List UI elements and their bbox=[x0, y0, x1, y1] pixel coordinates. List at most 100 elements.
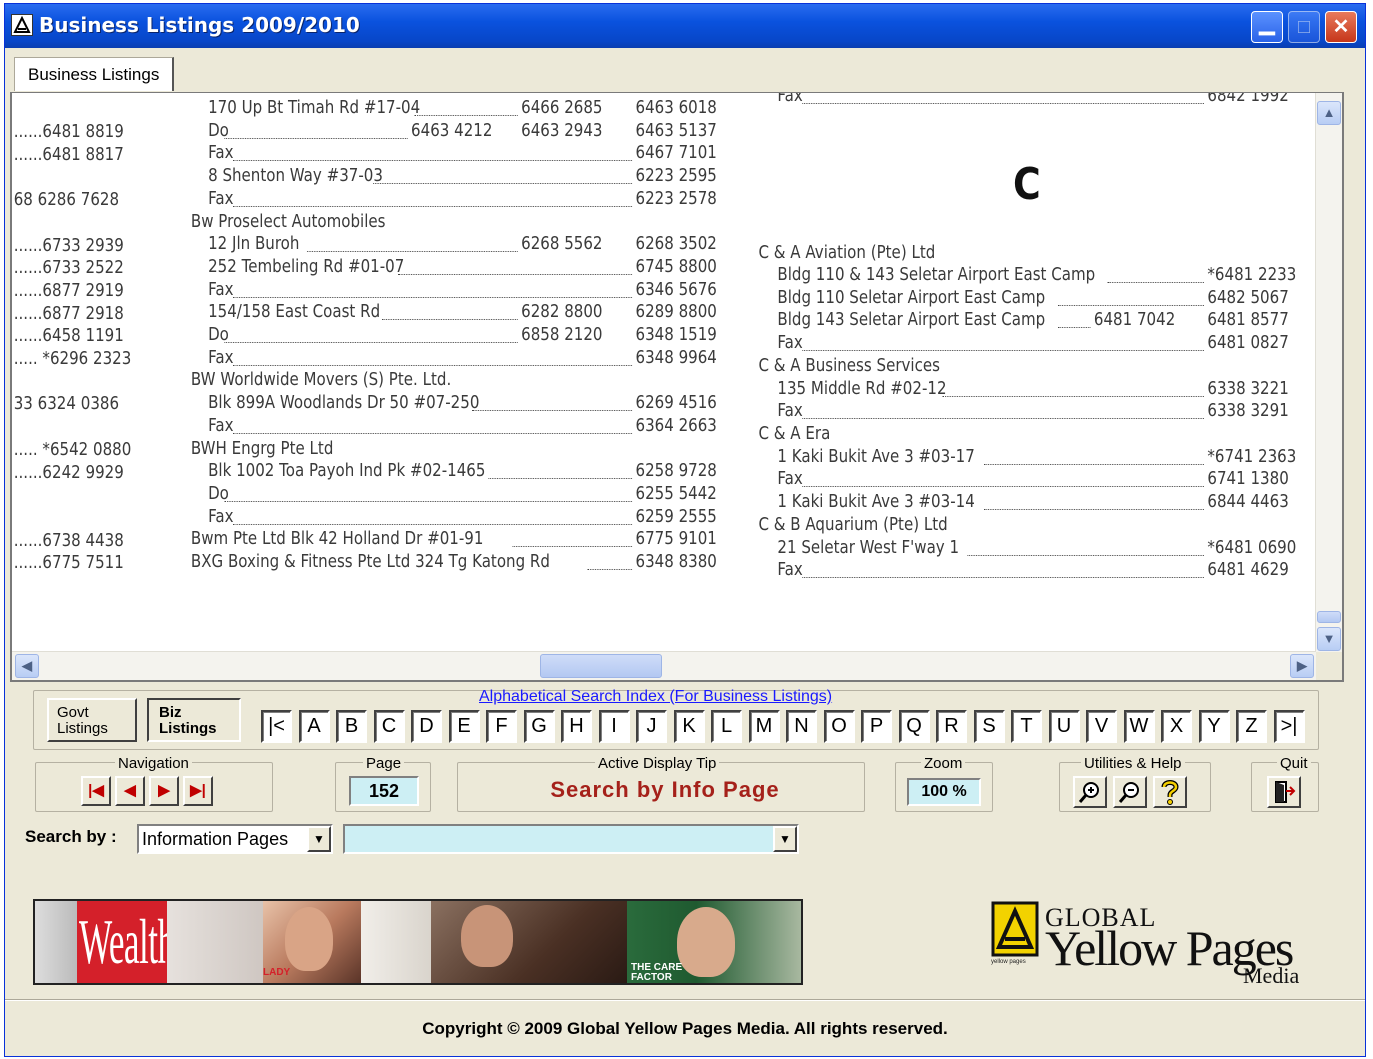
lady-caption: LADY bbox=[263, 967, 291, 978]
listing-company-name: C & A Aviation (Pte) Ltd bbox=[758, 243, 936, 263]
maximize-button[interactable]: □ bbox=[1288, 11, 1320, 43]
alpha-letter-r[interactable]: R bbox=[936, 710, 967, 743]
listing-phone-number: 6463 4212 bbox=[411, 120, 493, 141]
tab-bar: Business Listings bbox=[5, 48, 1365, 92]
scroll-corner bbox=[1316, 652, 1342, 680]
dot-leader bbox=[232, 364, 633, 366]
left-column-number: ......6877 2919 bbox=[13, 280, 124, 301]
listing-company-name: C & B Aquarium (Pte) Ltd bbox=[758, 515, 948, 535]
listing-address: 1 Kaki Bukit Ave 3 #03-17 bbox=[777, 447, 975, 467]
zoom-field[interactable]: 100 % bbox=[907, 778, 981, 806]
alpha-letter-z[interactable]: Z bbox=[1236, 710, 1267, 743]
listing-address: Fax bbox=[208, 188, 234, 209]
alpha-letter-j[interactable]: J bbox=[636, 710, 667, 743]
alpha-letter-t[interactable]: T bbox=[1011, 710, 1042, 743]
horizontal-scroll-thumb[interactable] bbox=[540, 654, 662, 678]
listing-phone-number: *6481 2233 bbox=[1207, 265, 1297, 285]
alpha-letter-m[interactable]: M bbox=[748, 710, 780, 743]
listing-phone-number: 6858 2120 bbox=[521, 325, 603, 345]
horizontal-scrollbar[interactable]: ◀ ▶ bbox=[12, 651, 1316, 680]
alpha-letter-o[interactable]: O bbox=[823, 710, 855, 743]
next-page-button[interactable]: ▶ bbox=[149, 776, 179, 806]
alpha-letter-i[interactable]: I bbox=[598, 710, 630, 743]
alpha-letter-l[interactable]: L bbox=[711, 710, 742, 743]
govt-listings-button[interactable]: Govt Listings bbox=[47, 698, 137, 742]
quit-button[interactable] bbox=[1267, 776, 1301, 808]
wealth-panel: Wealth bbox=[77, 901, 175, 983]
last-page-button[interactable]: ▶| bbox=[183, 776, 213, 806]
zoom-in-button[interactable] bbox=[1073, 776, 1107, 808]
left-column-number: ......6458 1191 bbox=[13, 326, 124, 347]
listing-phone-number: 6463 6018 bbox=[635, 98, 717, 118]
listing-address: Blk 899A Woodlands Dr 50 #07-250 bbox=[208, 393, 480, 414]
scroll-left-button[interactable]: ◀ bbox=[15, 654, 39, 678]
listing-address: Bldg 110 & 143 Seletar Airport East Camp bbox=[777, 265, 1096, 285]
listing-address: 252 Tembeling Rd #01-07 bbox=[208, 256, 405, 277]
alpha-letter-b[interactable]: B bbox=[336, 710, 367, 743]
listing-phone-number: 6775 9101 bbox=[635, 529, 717, 550]
alpha-letter-s[interactable]: S bbox=[973, 710, 1005, 743]
vertical-scrollbar[interactable]: ▲ ▼ bbox=[1315, 93, 1342, 653]
help-button[interactable] bbox=[1153, 776, 1187, 808]
listing-phone-number: 6282 8800 bbox=[521, 302, 603, 323]
alpha-letter-u[interactable]: U bbox=[1048, 710, 1080, 743]
alpha-letter-c[interactable]: C bbox=[373, 710, 405, 743]
search-type-dropdown[interactable]: Information Pages ▼ bbox=[137, 824, 333, 854]
listing-phone-number: 6481 0827 bbox=[1207, 333, 1289, 353]
listing-phone-number: 6842 1992 bbox=[1207, 93, 1289, 106]
search-query-dropdown[interactable]: ▼ bbox=[343, 824, 799, 854]
zoom-in-icon bbox=[1078, 782, 1099, 803]
display-tip-text: Search by Info Page bbox=[550, 777, 780, 802]
alpha-letter-w[interactable]: W bbox=[1123, 710, 1155, 743]
biz-listings-label-1: Biz bbox=[159, 704, 182, 721]
advertising-banner[interactable]: Wealth LADY THE CARE FACTOR bbox=[33, 899, 803, 985]
listing-phone-number: 6259 2555 bbox=[635, 506, 717, 527]
alpha-last-button[interactable]: >| bbox=[1273, 710, 1305, 743]
chevron-down-icon[interactable]: ▼ bbox=[773, 826, 797, 852]
previous-page-button[interactable]: ◀ bbox=[115, 776, 145, 806]
search-by-label: Search by : bbox=[25, 827, 117, 846]
listing-phone-number: *6741 2363 bbox=[1207, 447, 1297, 467]
alpha-letter-f[interactable]: F bbox=[486, 710, 517, 743]
scroll-right-button[interactable]: ▶ bbox=[1290, 654, 1314, 678]
vertical-scroll-thumb[interactable] bbox=[1317, 611, 1341, 623]
dot-leader bbox=[232, 160, 633, 162]
alpha-letter-v[interactable]: V bbox=[1086, 710, 1117, 743]
alpha-letter-x[interactable]: X bbox=[1161, 710, 1192, 743]
dot-leader bbox=[232, 205, 633, 207]
tab-business-listings[interactable]: Business Listings bbox=[14, 57, 175, 91]
alpha-letter-q[interactable]: Q bbox=[898, 710, 930, 743]
title-bar[interactable]: Business Listings 2009/2010 ▁ □ ✕ bbox=[5, 4, 1365, 48]
biz-listings-button[interactable]: Biz Listings bbox=[147, 698, 241, 742]
dot-leader bbox=[307, 251, 518, 253]
dot-leader bbox=[1107, 282, 1204, 283]
first-page-button[interactable]: |◀ bbox=[81, 776, 111, 806]
alpha-letter-h[interactable]: H bbox=[561, 710, 592, 743]
listing-address: Fax bbox=[777, 333, 803, 353]
page-number-field[interactable]: 152 bbox=[349, 776, 419, 806]
alpha-letter-y[interactable]: Y bbox=[1198, 710, 1230, 743]
directory-page-viewer[interactable]: C ......6481 8819 ......6481 8817 68 6286 … bbox=[10, 92, 1344, 682]
listing-phone-number: 6346 5676 bbox=[635, 279, 717, 300]
alphabetical-index-title[interactable]: Alphabetical Search Index (For Business … bbox=[479, 688, 832, 706]
alpha-letter-k[interactable]: K bbox=[673, 710, 705, 743]
alpha-letter-n[interactable]: N bbox=[786, 710, 817, 743]
face-image bbox=[285, 907, 333, 971]
close-button[interactable]: ✕ bbox=[1325, 11, 1357, 43]
alpha-letter-d[interactable]: D bbox=[411, 710, 442, 743]
alpha-letter-e[interactable]: E bbox=[448, 710, 480, 743]
logo-media-text: Media bbox=[1243, 963, 1300, 988]
govt-listings-label-1: Govt bbox=[57, 704, 89, 721]
alpha-letter-p[interactable]: P bbox=[861, 710, 892, 743]
zoom-out-button[interactable] bbox=[1113, 776, 1147, 808]
scroll-up-button[interactable]: ▲ bbox=[1317, 101, 1341, 125]
alpha-letter-a[interactable]: A bbox=[298, 710, 330, 743]
chevron-down-icon[interactable]: ▼ bbox=[307, 826, 331, 852]
left-column-number: 68 6286 7628 bbox=[13, 190, 120, 211]
minimize-button[interactable]: ▁ bbox=[1251, 11, 1283, 43]
scroll-down-button[interactable]: ▼ bbox=[1317, 627, 1341, 651]
alpha-letter-g[interactable]: G bbox=[523, 710, 555, 743]
alpha-first-button[interactable]: |< bbox=[261, 710, 292, 743]
listing-phone-number: 6741 1380 bbox=[1207, 469, 1289, 489]
dot-leader bbox=[512, 546, 633, 548]
